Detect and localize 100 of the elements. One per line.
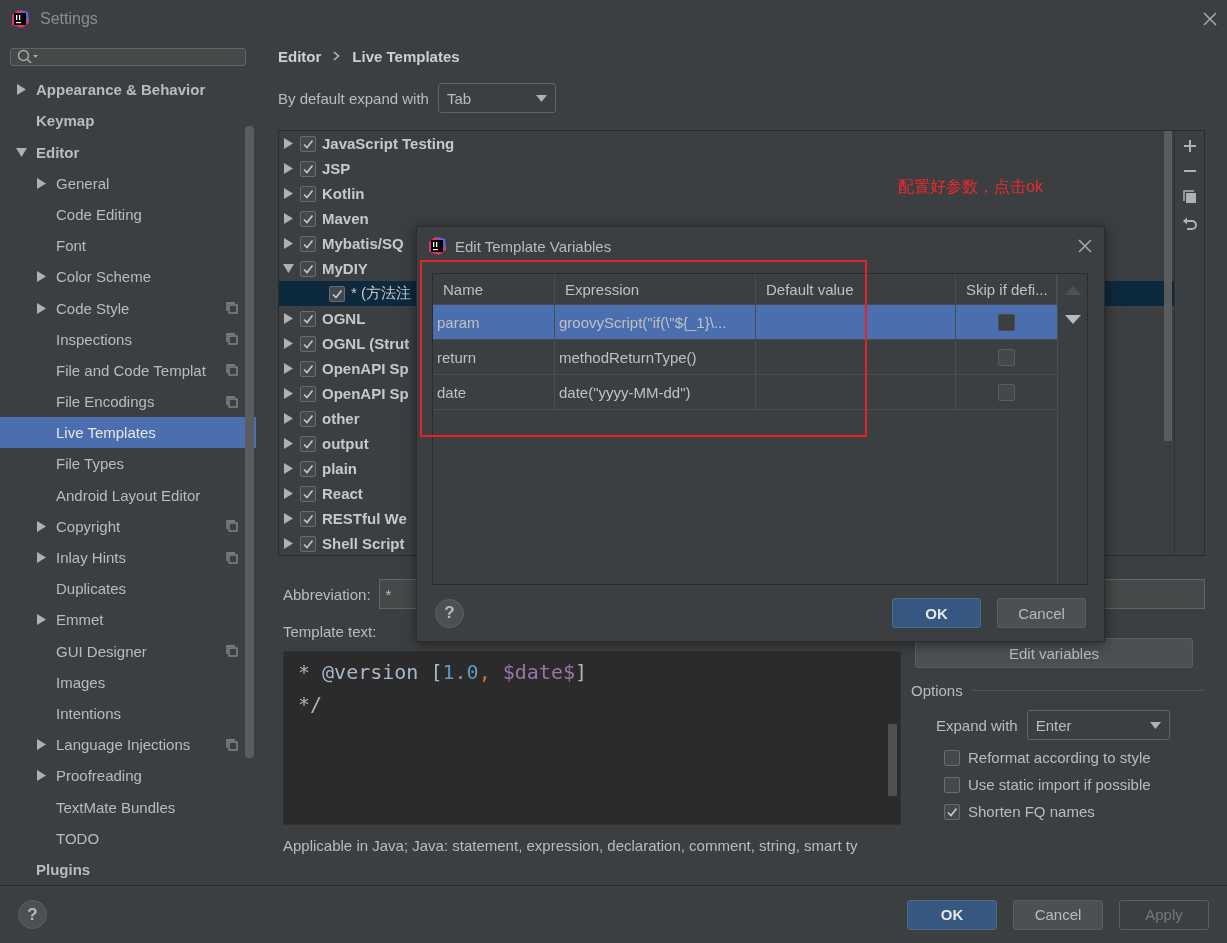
checkbox[interactable] <box>300 535 316 552</box>
sidebar-item[interactable]: Keymap <box>0 105 256 137</box>
sidebar-item[interactable]: Android Layout Editor <box>0 479 256 511</box>
expand-dropdown[interactable]: Tab <box>437 83 556 113</box>
checkbox[interactable] <box>300 235 316 252</box>
breadcrumb-item[interactable]: Editor <box>278 47 322 65</box>
expand-arrow-icon[interactable] <box>283 213 294 224</box>
expand-arrow-icon[interactable] <box>283 188 294 199</box>
checkbox[interactable] <box>300 385 316 402</box>
expand-arrow-icon[interactable] <box>36 520 47 532</box>
undo-icon[interactable] <box>1181 216 1198 232</box>
expand-arrow-icon[interactable] <box>283 538 294 549</box>
expand-arrow-icon[interactable] <box>36 552 47 564</box>
sidebar-item[interactable]: Emmet <box>0 604 256 636</box>
expand-arrow-icon[interactable] <box>36 177 47 189</box>
sidebar-item[interactable]: Proofreading <box>0 760 256 792</box>
checkbox[interactable] <box>300 160 316 177</box>
sidebar-item[interactable]: Color Scheme <box>0 261 256 293</box>
checkbox[interactable] <box>300 210 316 227</box>
column-header[interactable]: Skip if defi... <box>956 274 1057 304</box>
table-row[interactable]: date date("yyyy-MM-dd") <box>433 375 1057 410</box>
checkbox[interactable] <box>300 360 316 377</box>
collapse-arrow-icon[interactable] <box>283 263 294 274</box>
template-row[interactable]: Maven <box>279 206 373 231</box>
sidebar-item[interactable]: Images <box>0 666 256 698</box>
template-row[interactable]: OpenAPI Sp <box>279 381 413 406</box>
expand-arrow-icon[interactable] <box>283 338 294 349</box>
copy-icon[interactable] <box>1181 189 1198 205</box>
sidebar-item[interactable]: File and Code Templat <box>0 354 256 386</box>
expand-with-dropdown[interactable]: Enter <box>1026 710 1170 740</box>
scrollbar-thumb[interactable] <box>888 724 897 796</box>
checkbox[interactable] <box>300 435 316 452</box>
expand-arrow-icon[interactable] <box>36 271 47 283</box>
column-header[interactable]: Expression <box>555 274 756 304</box>
template-row[interactable]: Kotlin <box>279 181 369 206</box>
close-icon[interactable] <box>1078 239 1092 253</box>
checkbox[interactable] <box>944 749 960 766</box>
expand-arrow-icon[interactable] <box>283 138 294 149</box>
cancel-button[interactable]: Cancel <box>1013 899 1103 930</box>
sidebar-item[interactable]: Font <box>0 230 256 262</box>
template-row[interactable]: Mybatis/SQ <box>279 231 408 256</box>
checkbox[interactable] <box>300 310 316 327</box>
column-header[interactable]: Name <box>433 274 555 304</box>
expand-arrow-icon[interactable] <box>283 488 294 499</box>
template-row[interactable]: output <box>279 431 373 456</box>
expand-arrow-icon[interactable] <box>283 463 294 474</box>
expand-arrow-icon[interactable] <box>283 413 294 424</box>
checkbox[interactable] <box>998 348 1015 366</box>
template-row[interactable]: JSP <box>279 156 355 181</box>
template-row[interactable]: RESTful We <box>279 506 411 531</box>
checkbox[interactable] <box>300 410 316 427</box>
checkbox[interactable] <box>300 135 316 152</box>
ok-button[interactable]: OK <box>907 899 997 930</box>
template-row[interactable]: React <box>279 481 367 506</box>
close-icon[interactable] <box>1203 12 1217 26</box>
scrollbar-thumb[interactable] <box>245 126 254 758</box>
ok-button[interactable]: OK <box>892 598 981 628</box>
sidebar-item[interactable]: File Encodings <box>0 386 256 418</box>
checkbox-label[interactable]: Shorten FQ names <box>968 799 1095 824</box>
code-editor[interactable]: * @version [1.0, $date$] */ <box>283 651 901 825</box>
sidebar-item[interactable]: TODO <box>0 822 256 854</box>
help-button[interactable]: ? <box>18 900 47 929</box>
expand-arrow-icon[interactable] <box>36 614 47 626</box>
checkbox-label[interactable]: Use static import if possible <box>968 772 1151 797</box>
sidebar-item[interactable]: GUI Designer <box>0 635 256 667</box>
expand-arrow-icon[interactable] <box>283 513 294 524</box>
expand-arrow-icon[interactable] <box>16 84 27 96</box>
checkbox[interactable] <box>300 510 316 527</box>
sidebar-item[interactable]: Duplicates <box>0 573 256 605</box>
column-header[interactable]: Default value <box>756 274 956 304</box>
checkbox[interactable] <box>329 285 345 302</box>
sidebar-item[interactable]: TextMate Bundles <box>0 791 256 823</box>
search-field[interactable] <box>10 48 246 67</box>
sidebar-item[interactable]: Inspections <box>0 323 256 355</box>
sidebar-item[interactable]: Code Editing <box>0 198 256 231</box>
sidebar-item[interactable]: Inlay Hints <box>0 541 256 574</box>
scrollbar-thumb[interactable] <box>1164 131 1172 441</box>
checkbox[interactable] <box>300 185 316 202</box>
sidebar-item[interactable]: Language Injections <box>0 729 256 761</box>
sidebar-item[interactable]: Editor <box>0 136 256 168</box>
sidebar-item[interactable]: General <box>0 167 256 199</box>
sidebar-item[interactable]: Code Style <box>0 292 256 324</box>
template-row[interactable]: OGNL <box>279 306 370 331</box>
template-row[interactable]: MyDIY <box>279 256 372 281</box>
collapse-arrow-icon[interactable] <box>16 146 27 158</box>
table-row[interactable]: return methodReturnType() <box>433 340 1057 375</box>
expand-arrow-icon[interactable] <box>283 363 294 374</box>
sidebar-item[interactable]: Appearance & Behavior <box>0 74 256 106</box>
add-icon[interactable] <box>1182 139 1197 153</box>
template-row[interactable]: other <box>279 406 364 431</box>
checkbox[interactable] <box>944 803 960 820</box>
help-button[interactable]: ? <box>435 598 464 628</box>
checkbox[interactable] <box>300 260 316 277</box>
checkbox[interactable] <box>300 485 316 502</box>
edit-variables-button[interactable]: Edit variables <box>915 638 1193 668</box>
expand-arrow-icon[interactable] <box>36 302 47 314</box>
template-row[interactable]: OpenAPI Sp <box>279 356 413 381</box>
template-row[interactable]: Shell Script <box>279 531 409 555</box>
template-row[interactable]: plain <box>279 456 361 481</box>
move-down-icon[interactable] <box>1064 315 1081 324</box>
